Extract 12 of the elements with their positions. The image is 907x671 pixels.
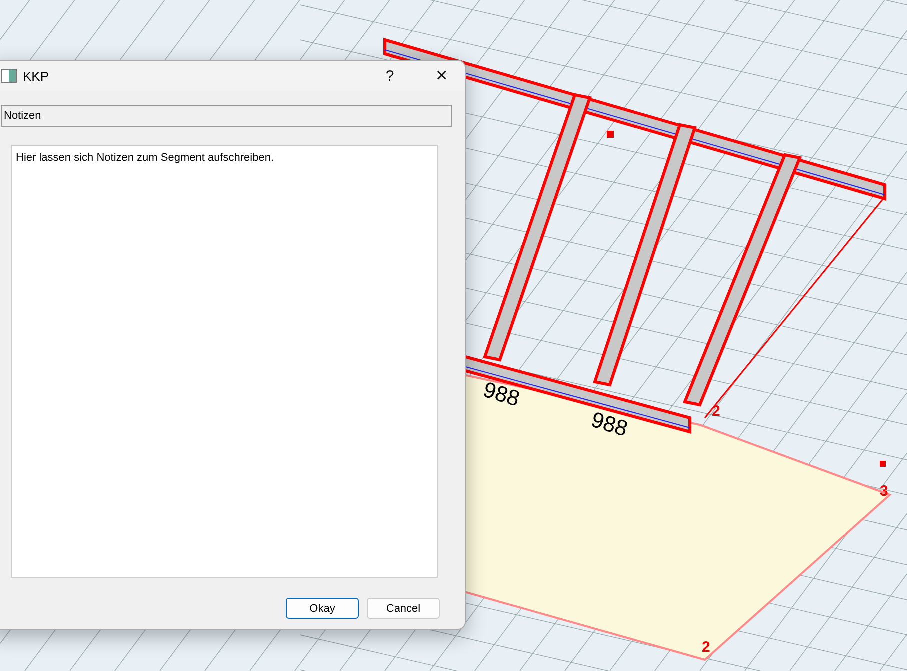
dimension-label: 988: [480, 376, 523, 412]
okay-button[interactable]: Okay: [286, 598, 359, 619]
node-label: 2: [712, 403, 720, 420]
node-label: 2: [702, 639, 710, 656]
window-title: KKP: [23, 68, 50, 84]
node-label: 3: [880, 483, 888, 500]
dimension-label: 988: [588, 406, 631, 442]
close-button[interactable]: ×: [419, 61, 465, 91]
section-header: Notizen: [1, 105, 452, 127]
notes-field[interactable]: Hier lassen sich Notizen zum Segment aufschreiben.: [11, 145, 438, 578]
cancel-button[interactable]: Cancel: [367, 598, 440, 619]
help-button[interactable]: ?: [367, 61, 413, 91]
